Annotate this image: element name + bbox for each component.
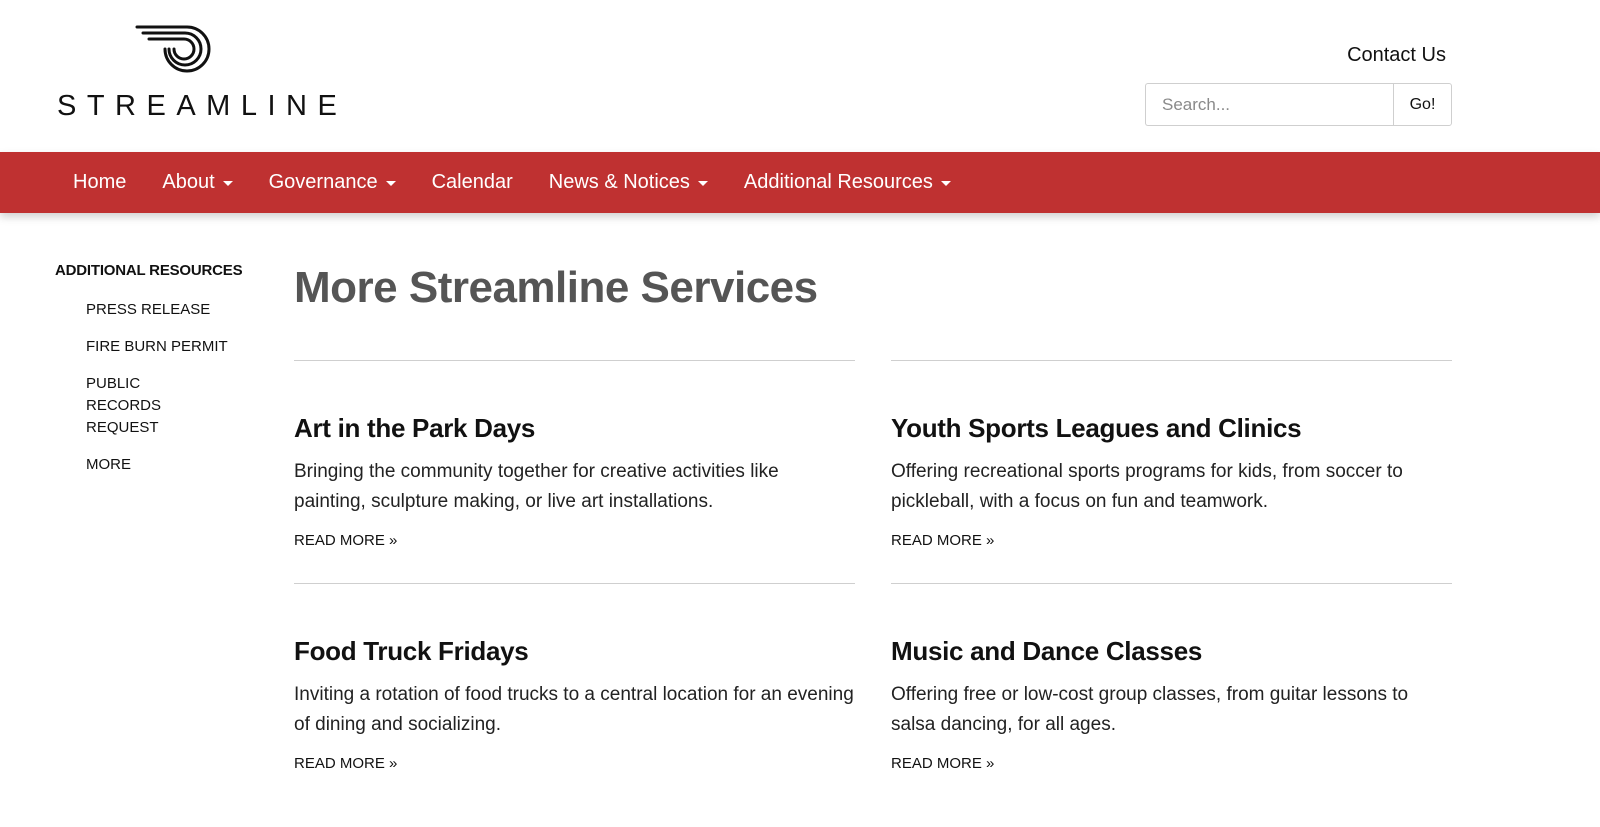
service-card: Food Truck Fridays Inviting a rotation o…: [294, 583, 855, 772]
service-card-text: Offering free or low-cost group classes,…: [891, 684, 1409, 735]
page-title: More Streamline Services: [294, 263, 818, 312]
logo-text: STREAMLINE: [57, 90, 348, 122]
search-input[interactable]: [1145, 83, 1393, 126]
service-card-title: Music and Dance Classes: [891, 636, 1203, 666]
service-card: Music and Dance Classes Offering free or…: [891, 583, 1452, 772]
nav-item-label: Additional Resources: [743, 171, 933, 193]
nav-item-calendar[interactable]: Calendar: [414, 171, 531, 194]
service-card-title: Food Truck Fridays: [294, 636, 529, 666]
search-go-button[interactable]: Go!: [1393, 83, 1452, 126]
sidebar-link-fire-burn-permit[interactable]: FIRE BURN PERMIT: [86, 336, 255, 358]
nav-item-news-notices[interactable]: News & Notices: [531, 171, 726, 194]
service-card-text: Bringing the community together for crea…: [294, 461, 779, 512]
nav-item-home[interactable]: Home: [55, 171, 144, 194]
streamline-logo-icon: [135, 25, 211, 73]
read-more-link[interactable]: READ MORE »: [294, 755, 397, 772]
sidebar-link-press-release[interactable]: PRESS RELEASE: [86, 299, 255, 321]
service-card-title: Youth Sports Leagues and Clinics: [891, 413, 1302, 443]
caret-down-icon: [222, 181, 233, 186]
service-card: Art in the Park Days Bringing the commun…: [294, 360, 855, 549]
nav-item-additional-resources[interactable]: Additional Resources: [726, 171, 969, 194]
nav-item-label: News & Notices: [548, 171, 690, 193]
read-more-link[interactable]: READ MORE »: [891, 532, 994, 549]
sidebar-link-more[interactable]: MORE: [86, 454, 255, 476]
main-nav: Home About Governance Calendar News & No…: [0, 152, 1600, 213]
contact-us-link[interactable]: Contact Us: [1347, 44, 1446, 67]
caret-down-icon: [697, 181, 708, 186]
service-card-text: Inviting a rotation of food trucks to a …: [294, 684, 854, 735]
sidebar: ADDITIONAL RESOURCES PRESS RELEASE FIRE …: [55, 262, 255, 491]
read-more-link[interactable]: READ MORE »: [294, 532, 397, 549]
nav-item-label: Home: [73, 171, 127, 193]
search-form: Go!: [1145, 83, 1452, 126]
nav-item-label: Governance: [268, 171, 378, 193]
read-more-link[interactable]: READ MORE »: [891, 755, 994, 772]
nav-item-label: Calendar: [431, 171, 513, 193]
caret-down-icon: [940, 181, 951, 186]
caret-down-icon: [385, 181, 396, 186]
service-card-text: Offering recreational sports programs fo…: [891, 461, 1403, 512]
nav-item-about[interactable]: About: [144, 171, 250, 194]
site-logo[interactable]: STREAMLINE: [57, 24, 337, 124]
sidebar-link-public-records-request[interactable]: PUBLIC RECORDS REQUEST: [86, 373, 216, 439]
sidebar-title: ADDITIONAL RESOURCES: [55, 262, 243, 279]
site-header: STREAMLINE Contact Us Go!: [0, 0, 1600, 152]
service-card: Youth Sports Leagues and Clinics Offerin…: [891, 360, 1452, 549]
service-card-title: Art in the Park Days: [294, 413, 536, 443]
nav-item-governance[interactable]: Governance: [251, 171, 414, 194]
nav-item-label: About: [162, 171, 215, 193]
main-content: More Streamline Services Art in the Park…: [294, 258, 1452, 772]
